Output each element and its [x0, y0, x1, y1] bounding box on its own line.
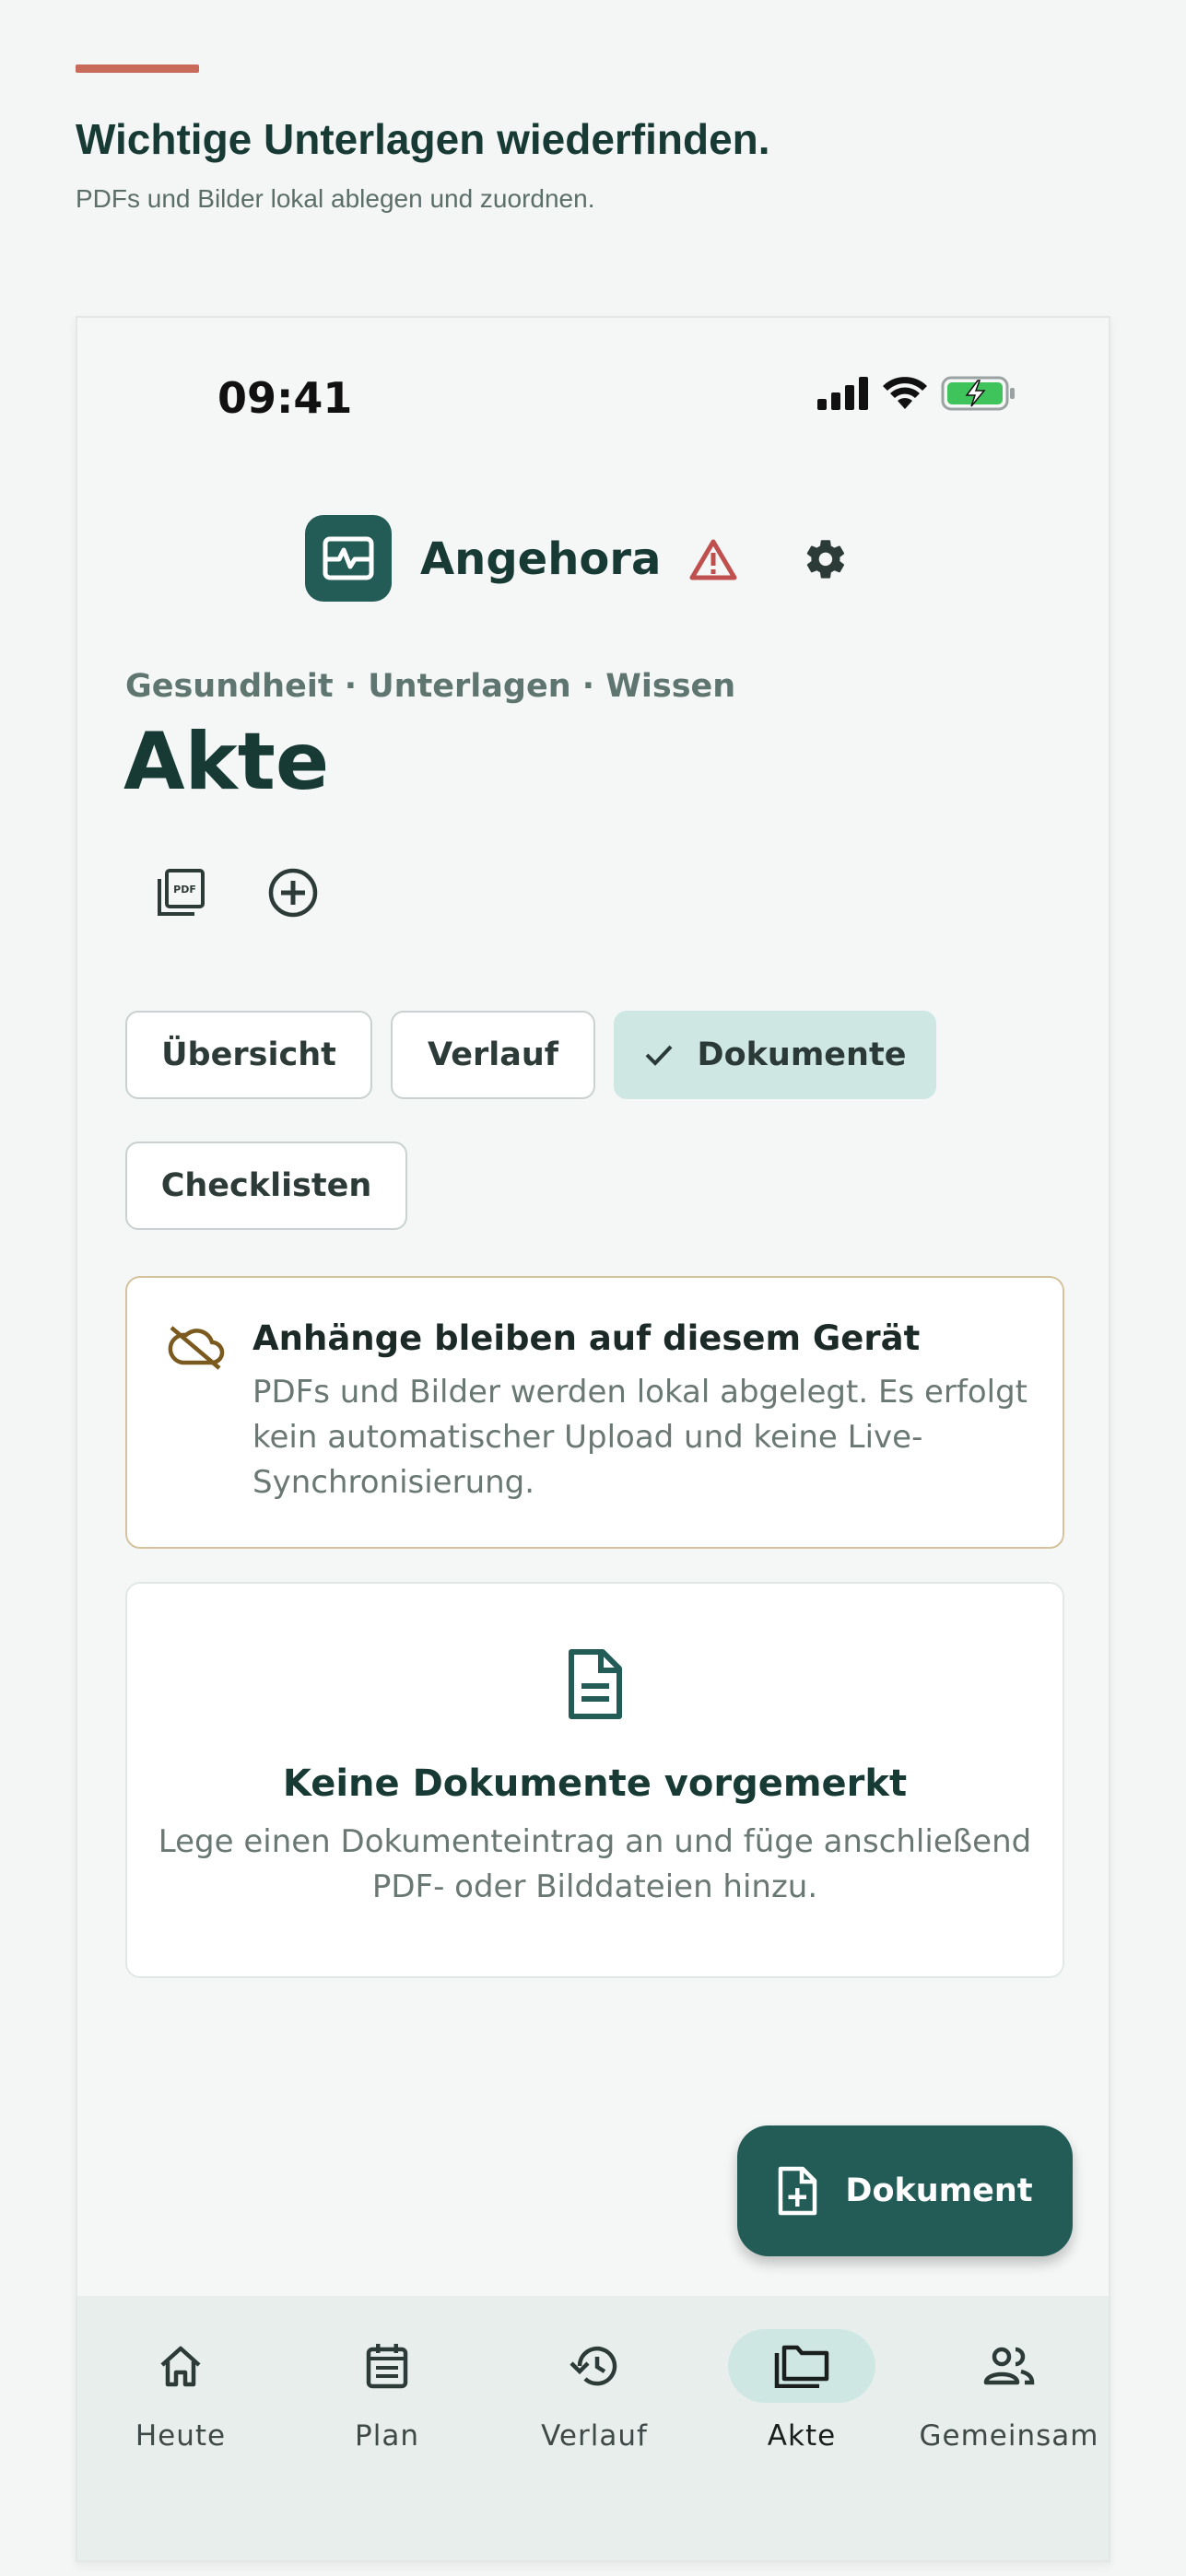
- phone-frame: 09:41 Angehora Gesundheit · Unterlagen ·…: [76, 316, 1110, 2562]
- pdf-icon: PDF: [158, 869, 205, 916]
- tab-label: Verlauf: [428, 1036, 558, 1073]
- info-title: Anhänge bleiben auf diesem Gerät: [252, 1318, 921, 1358]
- settings-button[interactable]: [798, 532, 853, 587]
- nav-label: Verlauf: [541, 2419, 648, 2453]
- nav-pill: [728, 2329, 875, 2403]
- tab-label: Dokumente: [697, 1036, 907, 1073]
- nav-pill: [521, 2329, 668, 2403]
- fab-label: Dokument: [845, 2172, 1033, 2209]
- nav-label: Gemeinsam: [919, 2419, 1099, 2453]
- signal-icon: [817, 377, 868, 410]
- wifi-icon: [883, 377, 927, 409]
- app-bar: Angehora: [77, 515, 1109, 602]
- bottom-navigation: Heute Plan Verlauf Akte Gemeinsam: [77, 2296, 1109, 2560]
- document-icon: [569, 1649, 622, 1719]
- nav-item-akte[interactable]: Akte: [710, 2324, 894, 2471]
- cloud-off-icon: [168, 1326, 225, 1370]
- add-circle-icon: [268, 868, 318, 918]
- info-body: PDFs und Bilder werden lokal abgelegt. E…: [252, 1374, 1027, 1501]
- note-add-icon: [779, 2166, 817, 2216]
- empty-state-card: Keine Dokumente vorgemerkt Lege einen Do…: [125, 1582, 1064, 1978]
- svg-text:PDF: PDF: [173, 884, 196, 896]
- nav-pill: [935, 2329, 1083, 2403]
- warning-button[interactable]: [686, 532, 741, 587]
- tab-dokumente[interactable]: Dokumente: [614, 1011, 936, 1099]
- empty-body: Lege einen Dokumenteintrag an und füge a…: [158, 1823, 1032, 1905]
- tab-uebersicht[interactable]: Übersicht: [125, 1011, 372, 1099]
- gear-icon: [806, 540, 845, 579]
- nav-label: Akte: [767, 2419, 837, 2453]
- monitor-heart-icon: [323, 536, 374, 580]
- nav-label: Heute: [135, 2419, 227, 2453]
- nav-label: Plan: [355, 2419, 419, 2453]
- home-icon: [160, 2346, 201, 2387]
- battery-icon: [941, 376, 1015, 411]
- nav-item-verlauf[interactable]: Verlauf: [502, 2324, 687, 2471]
- empty-title: Keine Dokumente vorgemerkt: [282, 1762, 908, 1805]
- page-title: Akte: [123, 716, 330, 808]
- page-subline: PDFs und Bilder lokal ablegen und zuordn…: [76, 184, 595, 213]
- tab-verlauf[interactable]: Verlauf: [391, 1011, 595, 1099]
- nav-pill: [107, 2329, 254, 2403]
- tab-label: Übersicht: [161, 1036, 336, 1073]
- nav-item-plan[interactable]: Plan: [295, 2324, 479, 2471]
- people-icon: [983, 2347, 1035, 2385]
- pdf-button[interactable]: PDF: [144, 856, 217, 930]
- app-logo: [305, 515, 392, 602]
- nav-item-heute[interactable]: Heute: [88, 2324, 273, 2471]
- tab-label: Checklisten: [160, 1167, 372, 1204]
- info-card: Anhänge bleiben auf diesem Gerät PDFs un…: [125, 1276, 1064, 1549]
- nav-item-gemeinsam[interactable]: Gemeinsam: [917, 2324, 1101, 2471]
- warning-icon: [689, 539, 737, 580]
- check-icon: [645, 1045, 673, 1066]
- history-icon: [570, 2346, 617, 2386]
- add-document-button[interactable]: Dokument: [737, 2125, 1073, 2256]
- status-time: 09:41: [217, 373, 353, 423]
- folder-icon: [774, 2345, 829, 2388]
- page-headline: Wichtige Unterlagen wiederfinden.: [76, 115, 770, 163]
- breadcrumb: Gesundheit · Unterlagen · Wissen: [125, 668, 736, 705]
- status-icons: [817, 375, 1016, 412]
- accent-bar: [76, 64, 199, 73]
- calendar-icon: [366, 2344, 408, 2389]
- app-name: Angehora: [420, 533, 662, 585]
- tab-checklisten[interactable]: Checklisten: [125, 1142, 407, 1230]
- nav-pill: [313, 2329, 461, 2403]
- add-button[interactable]: [256, 856, 330, 930]
